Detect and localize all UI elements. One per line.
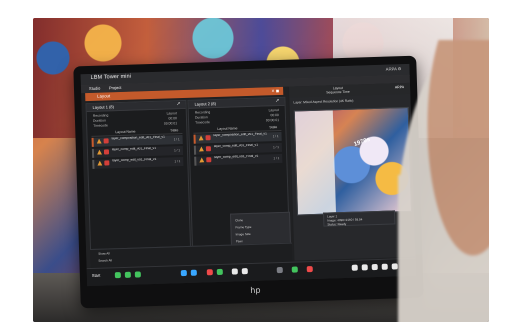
warning-icon	[97, 139, 102, 144]
green-tool-icon[interactable]	[114, 272, 121, 279]
table-row[interactable]: layer_comp_edit_v01_Final_v1 1 / 1	[92, 157, 184, 169]
photo-frame: LBM Tower mini ARPA ⚙ Studio Project Lay…	[33, 18, 489, 322]
monitor: LBM Tower mini ARPA ⚙ Studio Project Lay…	[73, 55, 424, 309]
expand-icon[interactable]: ↗	[275, 98, 279, 104]
table-row[interactable]: layer_comp_edit_v01_Final_v1 1 / 1	[194, 153, 283, 166]
table-row[interactable]: layer_composition_edit_v01_Final_v1 1 / …	[91, 135, 183, 147]
error-icon	[205, 146, 212, 152]
layout-column-2-rows: layer_composition_edit_v01_Final_v1 1 / …	[193, 131, 283, 168]
left-pane: Layout ✕ ◼ Layout 1 (8) ↗ Recording Layou…	[81, 86, 294, 268]
layout-column-1-rows: layer_composition_edit_v01_Final_v1 1 / …	[91, 135, 184, 171]
show-all-label[interactable]: Show All	[98, 251, 110, 255]
menu-studio[interactable]: Studio	[89, 86, 100, 91]
warning-icon	[97, 161, 102, 166]
green-tool-icon[interactable]	[216, 268, 223, 276]
start-label[interactable]: Start	[92, 273, 101, 278]
white-tool-icon[interactable]	[381, 263, 388, 270]
layout-column-1-meta: Recording Layout Duration 00:00 Timecode 00…	[92, 111, 178, 128]
layout-column-2-header: Layout 2 (8) ↗	[188, 97, 285, 109]
gray-tool-icon[interactable]	[276, 266, 283, 274]
layout-column-2-title: Layout 2 (8)	[194, 100, 216, 107]
right-header-title: Layout Sequence Time	[326, 85, 350, 95]
warning-icon	[199, 135, 204, 140]
red-tool-icon[interactable]	[306, 266, 313, 273]
white-tool-icon[interactable]	[241, 268, 248, 275]
preview-overlay	[294, 110, 337, 215]
warning-icon	[97, 150, 102, 155]
status-box: Layer 1 Image: 4096×2160 / 59.94 Status:…	[323, 210, 396, 227]
right-header: Layout Sequence Time ARPA	[289, 82, 411, 98]
green-tool-icon[interactable]	[134, 271, 141, 278]
red-tool-icon[interactable]	[206, 269, 213, 276]
preview-image: 1970s	[293, 106, 413, 216]
green-tool-icon[interactable]	[124, 271, 131, 278]
white-tool-icon[interactable]	[391, 263, 398, 270]
layout-column-2-meta: Recording Layout Duration 00:00 Timecode 00…	[194, 108, 280, 125]
layout-column-1: Layout 1 (8) ↗ Recording Layout Duration 0…	[85, 99, 192, 251]
right-pane: Layout Sequence Time ARPA Layer: Mixed A…	[289, 82, 416, 261]
layout-header-label: Layout	[97, 93, 111, 99]
table-row[interactable]: layer_comp_edit_v01_Final_v1 1 / 1	[193, 142, 283, 155]
person-foreground	[398, 40, 489, 322]
error-icon	[206, 157, 212, 163]
white-tool-icon[interactable]	[231, 268, 238, 275]
expand-icon[interactable]: ↗	[176, 101, 180, 107]
blue-tool-icon[interactable]	[180, 269, 187, 277]
right-subheader: Layer: Mixed Aspect Resolution (4K Ratio…	[293, 98, 354, 105]
monitor-screen: LBM Tower mini ARPA ⚙ Studio Project Lay…	[80, 63, 417, 287]
error-icon	[104, 160, 110, 166]
warning-icon	[199, 146, 204, 151]
green-tool-icon[interactable]	[291, 266, 298, 273]
search-all-label[interactable]: Search All	[98, 258, 112, 262]
white-tool-icon[interactable]	[361, 264, 368, 271]
warning-icon	[199, 157, 204, 162]
hp-logo: hp	[250, 285, 261, 295]
error-icon	[103, 138, 109, 144]
table-row[interactable]: layer_comp_edit_v01_Final_v1 1 / 1	[91, 146, 184, 158]
table-row[interactable]: layer_composition_edit_v01_Final_v1 1 / …	[193, 131, 282, 144]
blue-tool-icon[interactable]	[190, 269, 197, 276]
menu-project[interactable]: Project	[109, 85, 122, 90]
layout-column-1-title: Layout 1 (8)	[92, 104, 115, 110]
error-icon	[103, 149, 110, 155]
error-icon	[205, 135, 211, 141]
header-actions-icon[interactable]: ✕ ◼	[271, 88, 279, 93]
preview-text: 1970s	[353, 136, 372, 149]
white-tool-icon[interactable]	[371, 263, 378, 271]
app-title: LBM Tower mini	[90, 73, 132, 81]
white-tool-icon[interactable]	[351, 264, 358, 271]
